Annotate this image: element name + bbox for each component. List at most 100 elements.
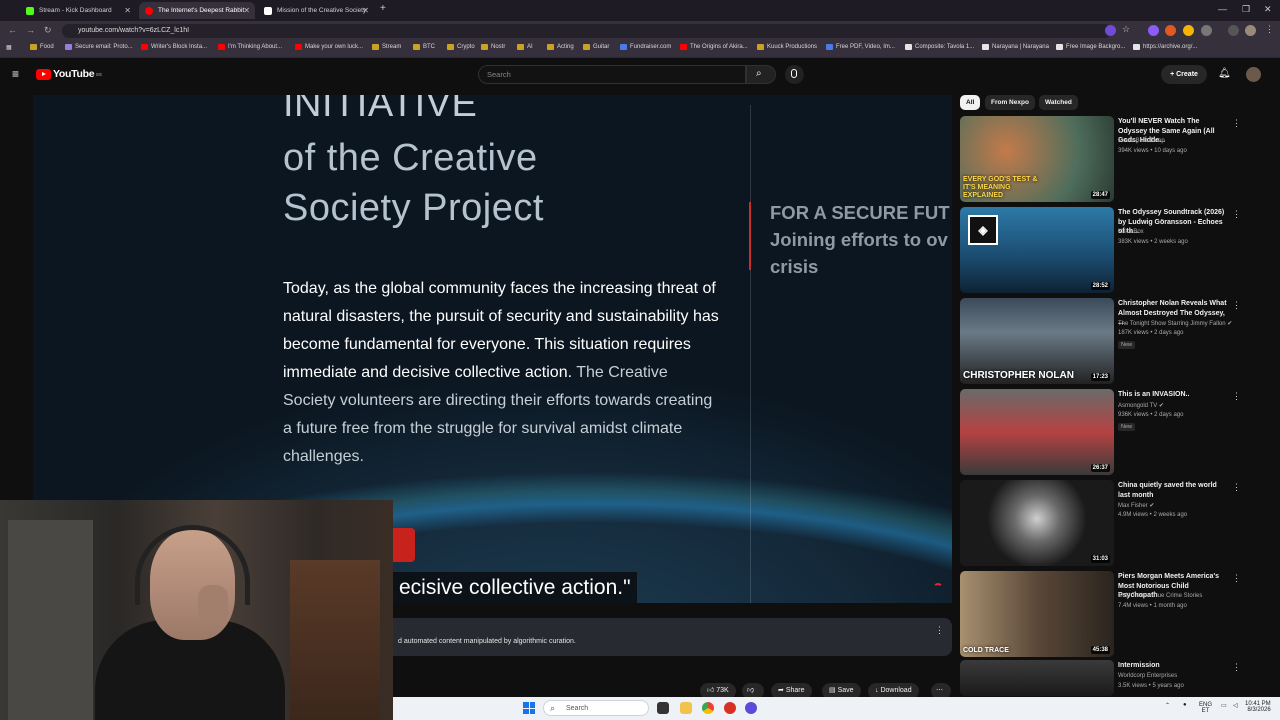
bookmark-item[interactable]: AI (517, 44, 533, 50)
bookmark-item[interactable]: Make your own luck... (295, 44, 363, 50)
profile-avatar[interactable] (1245, 25, 1256, 36)
bookmark-item[interactable]: Fundraiser.com (620, 44, 671, 50)
bookmark-item[interactable]: https://archive.org/... (1133, 44, 1197, 50)
notifications-bell-icon[interactable]: 🔔︎ (1218, 68, 1231, 79)
channel-name[interactable]: Asmongold TV ✔ (1118, 402, 1164, 409)
extension-icon[interactable] (1105, 25, 1116, 36)
windows-start-icon[interactable] (523, 702, 535, 714)
more-options-icon[interactable]: ⋮ (1232, 482, 1241, 493)
tab-youtube-video[interactable]: The Internet's Deepest Rabbit ✕ (139, 2, 255, 19)
recommendation-card[interactable]: CHRISTOPHER NOLAN 17:23 Christopher Nolan … (960, 298, 1260, 386)
bookmark-item[interactable]: Nostr (481, 44, 505, 50)
video-thumbnail[interactable]: EVERY GOD'S TEST & IT'S MEANING EXPLAINE… (960, 116, 1114, 202)
tab-kick-dashboard[interactable]: Stream - Kick Dashboard ✕ (20, 2, 136, 19)
bookmark-item[interactable]: Narayana | Narayana (982, 44, 1049, 50)
recommendation-title[interactable]: This is an INVASION.. (1118, 390, 1230, 400)
hamburger-menu-icon[interactable]: ≡ (12, 67, 19, 81)
channel-name[interactable]: Max Fisher ✔ (1118, 502, 1154, 509)
bookmark-item[interactable]: Food (30, 44, 54, 50)
tray-app-icon[interactable]: ● (1183, 702, 1187, 708)
close-window-icon[interactable]: ✕ (1264, 4, 1272, 15)
url-field[interactable]: youtube.com/watch?v=6zLCZ_lc1hI (62, 24, 1112, 38)
recommendation-card[interactable]: 31:03 China quietly saved the world last … (960, 480, 1260, 568)
close-tab-icon[interactable]: ✕ (243, 6, 250, 15)
bookmark-item[interactable]: The Origins of Akira... (680, 44, 748, 50)
taskbar-search-input[interactable]: ⌕ Search (543, 700, 649, 716)
bookmark-item[interactable]: Free Image Backgro... (1056, 44, 1125, 50)
recommendation-card[interactable]: COLD TRACE 45:38 Piers Morgan Meets Americ… (960, 571, 1260, 659)
clock[interactable]: 10:41 PM 8/3/2026 (1245, 701, 1271, 713)
extension-icon[interactable] (1165, 25, 1176, 36)
search-button[interactable]: ⌕ (746, 65, 776, 84)
youtube-logo[interactable]: YouTube EE (36, 68, 102, 80)
video-thumbnail[interactable]: CHRISTOPHER NOLAN 17:23 (960, 298, 1114, 384)
bookmark-item[interactable]: Free PDF, Video, Im... (826, 44, 895, 50)
file-explorer-icon[interactable] (680, 702, 692, 714)
app-icon[interactable] (745, 702, 757, 714)
video-thumbnail[interactable]: COLD TRACE 45:38 (960, 571, 1114, 657)
maximize-icon[interactable]: ❐ (1242, 4, 1250, 15)
bookmark-item[interactable]: Acting (547, 44, 574, 50)
create-button[interactable]: + Create (1161, 65, 1207, 84)
voice-search-button[interactable] (785, 65, 804, 84)
bookmark-item[interactable]: Stream (372, 44, 401, 50)
app-icon[interactable] (724, 702, 736, 714)
bookmark-item[interactable]: BTC (413, 44, 435, 50)
channel-name[interactable]: Cold Trace - True Crime Stories (1118, 593, 1202, 599)
more-options-icon[interactable]: ⋮ (1232, 391, 1241, 402)
bookmark-item[interactable]: Writer's Block Insta... (141, 44, 207, 50)
recommendation-card[interactable]: ◈ 28:52 The Odyssey Soundtrack (2026) by L… (960, 207, 1260, 295)
video-thumbnail[interactable] (960, 660, 1114, 696)
search-input[interactable]: Search (478, 65, 746, 84)
more-options-icon[interactable]: ⋮ (1232, 118, 1241, 129)
recommendation-card[interactable]: Intermission Worldcorp Enterprises 3.5K vi… (960, 660, 1260, 696)
video-thumbnail[interactable]: 31:03 (960, 480, 1114, 566)
network-icon[interactable]: ▭ (1221, 702, 1227, 709)
extensions-puzzle-icon[interactable] (1201, 25, 1212, 36)
more-options-icon[interactable]: ⋮ (935, 625, 944, 636)
new-tab-icon[interactable]: + (380, 3, 386, 14)
volume-icon[interactable]: ◁ (1233, 702, 1238, 709)
tray-overflow-icon[interactable]: ⌃ (1165, 702, 1170, 709)
more-options-icon[interactable]: ⋮ (1232, 300, 1241, 311)
chrome-icon[interactable] (702, 702, 714, 714)
language-indicator[interactable]: ENG ET (1199, 702, 1212, 714)
bookmark-item[interactable]: Secure email: Proto... (65, 44, 133, 50)
channel-name[interactable]: Worldcorp Enterprises (1118, 673, 1177, 679)
bookmark-item[interactable]: Guitar (583, 44, 609, 50)
chip-watched[interactable]: Watched (1039, 95, 1078, 110)
video-thumbnail[interactable]: 26:37 (960, 389, 1114, 475)
apps-grid-icon[interactable]: ▦ (6, 44, 12, 51)
video-thumbnail[interactable]: ◈ 28:52 (960, 207, 1114, 293)
tab-creative-society[interactable]: Mission of the Creative Society ✕ (258, 2, 374, 19)
extension-icon[interactable] (1183, 25, 1194, 36)
recommendation-title[interactable]: Intermission (1118, 661, 1230, 671)
chip-all[interactable]: All (960, 95, 981, 110)
channel-name[interactable]: The Tonight Show Starring Jimmy Fallon ✔ (1118, 320, 1232, 327)
browser-menu-icon[interactable]: ⋮ (1265, 24, 1274, 35)
more-options-icon[interactable]: ⋮ (1232, 573, 1241, 584)
minimize-icon[interactable]: — (1218, 4, 1227, 14)
forward-icon[interactable]: → (26, 25, 35, 35)
bookmark-star-icon[interactable]: ☆ (1122, 24, 1133, 35)
channel-name[interactable]: Movie Balls Deep (1118, 138, 1165, 144)
bookmark-item[interactable]: Crypto (447, 44, 475, 50)
chip-from-channel[interactable]: From Nexpo (985, 95, 1035, 110)
more-options-icon[interactable]: ⋮ (1232, 662, 1241, 673)
recommendation-card[interactable]: EVERY GOD'S TEST & IT'S MEANING EXPLAINE… (960, 116, 1260, 204)
close-tab-icon[interactable]: ✕ (124, 6, 131, 15)
channel-name[interactable]: Kaka Box (1118, 229, 1144, 235)
bookmark-item[interactable]: Kuuck Productions (757, 44, 817, 50)
reload-icon[interactable]: ↻ (44, 25, 52, 36)
recommendation-card[interactable]: 26:37 This is an INVASION.. Asmongold TV ✔… (960, 389, 1260, 477)
account-avatar[interactable] (1246, 67, 1261, 82)
bookmark-item[interactable]: Composite: Tavola 1... (905, 44, 974, 50)
downloads-icon[interactable] (1228, 25, 1239, 36)
recommendation-title[interactable]: China quietly saved the world last month (1118, 481, 1230, 500)
more-options-icon[interactable]: ⋮ (1232, 209, 1241, 220)
video-description[interactable]: d automated content manipulated by algor… (393, 618, 952, 656)
extension-icon[interactable] (1148, 25, 1159, 36)
bookmark-item[interactable]: I'm Thinking About... (218, 44, 282, 50)
task-view-icon[interactable] (657, 702, 669, 714)
close-tab-icon[interactable]: ✕ (362, 6, 369, 15)
